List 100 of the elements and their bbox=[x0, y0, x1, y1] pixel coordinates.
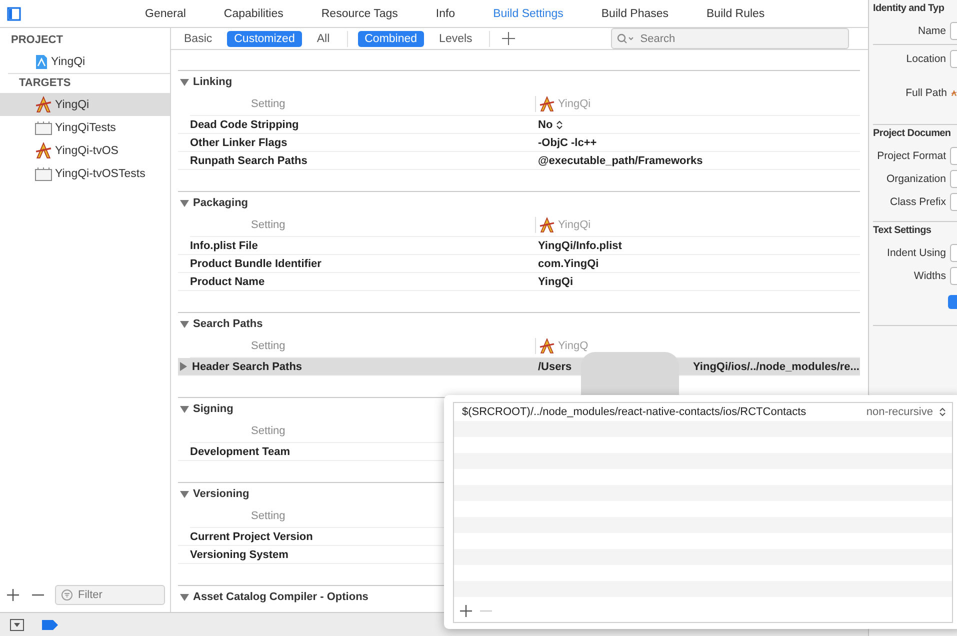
plus-icon bbox=[502, 32, 515, 45]
bundle-icon bbox=[35, 120, 52, 134]
setting-name: Versioning System bbox=[190, 548, 288, 560]
editor-tab[interactable]: Capabilities bbox=[204, 4, 302, 24]
disclosure-triangle-icon[interactable] bbox=[180, 362, 188, 371]
field-label: Class Prefix bbox=[890, 196, 946, 208]
sidebar-item[interactable]: YingQi bbox=[0, 93, 170, 116]
inspector-heading: Project Documen bbox=[873, 128, 952, 139]
inspector-heading: Identity and Typ bbox=[873, 3, 946, 14]
disclosure-triangle-icon[interactable] bbox=[180, 320, 189, 328]
path-entry[interactable]: $(SRCROOT)/../node_modules/react-native-contacts/ios/RCTContacts bbox=[462, 406, 806, 418]
disclosure-triangle-icon[interactable] bbox=[180, 404, 189, 414]
setting-name: Current Project Version bbox=[190, 530, 313, 542]
sidebar-item[interactable]: YingQi-tvOSTests bbox=[0, 162, 170, 185]
sidebar-heading: TARGETS bbox=[18, 76, 72, 91]
panel-toggle-icon[interactable] bbox=[10, 618, 24, 630]
column-header: YingQ bbox=[558, 340, 588, 352]
setting-value[interactable]: No bbox=[538, 118, 553, 130]
editor-tab[interactable]: Resource Tags bbox=[302, 4, 417, 24]
section-title: Versioning bbox=[193, 488, 250, 500]
field-label: Indent Using bbox=[887, 246, 946, 258]
stepper-icon[interactable] bbox=[556, 120, 563, 130]
sidebar-heading: PROJECT bbox=[10, 33, 64, 48]
checkbox[interactable] bbox=[948, 295, 957, 309]
setting-value: /Users bbox=[538, 360, 573, 372]
setting-row[interactable]: Product Name YingQi bbox=[178, 273, 860, 291]
editor-tab[interactable]: General bbox=[126, 4, 205, 24]
column-header: Setting bbox=[250, 425, 286, 437]
filter-icon bbox=[61, 589, 73, 601]
setting-name: Info.plist File bbox=[190, 240, 258, 252]
setting-value: YingQi/Info.plist bbox=[538, 240, 622, 252]
recursion-mode[interactable]: non-recursive bbox=[866, 406, 933, 418]
setting-name: Other Linker Flags bbox=[190, 136, 288, 148]
app-icon bbox=[35, 142, 52, 159]
app-icon bbox=[539, 338, 555, 354]
plus-icon bbox=[460, 605, 472, 617]
input-field[interactable] bbox=[950, 146, 957, 164]
setting-name: Development Team bbox=[190, 446, 290, 458]
editor-tab[interactable]: Build Phases bbox=[582, 4, 688, 24]
input-field[interactable] bbox=[950, 266, 957, 284]
editor-tab[interactable]: Build Rules bbox=[688, 4, 784, 24]
setting-value: YingQi bbox=[538, 276, 574, 288]
setting-row[interactable]: Other Linker Flags -ObjC -lc++ bbox=[178, 134, 860, 152]
field-label: Full Path bbox=[906, 87, 947, 99]
scope-filter[interactable]: Basic bbox=[177, 30, 220, 46]
scope-filter[interactable]: Customized bbox=[227, 30, 302, 46]
column-header: YingQi bbox=[558, 98, 591, 110]
section-title: Linking bbox=[193, 76, 232, 88]
sidebar-item[interactable]: YingQi bbox=[0, 50, 170, 73]
field-label: Widths bbox=[914, 270, 946, 282]
view-mode[interactable]: Levels bbox=[432, 30, 480, 46]
sidebar-toggle-icon[interactable] bbox=[7, 6, 21, 20]
setting-name: Product Name bbox=[190, 276, 265, 288]
section-title: Packaging bbox=[193, 197, 248, 209]
editor-tab[interactable]: Info bbox=[416, 4, 474, 24]
input-field[interactable] bbox=[950, 244, 957, 262]
column-header: Setting bbox=[250, 340, 286, 352]
stepper-icon[interactable] bbox=[939, 407, 946, 417]
section-title: Search Paths bbox=[193, 318, 263, 330]
setting-name: Dead Code Stripping bbox=[190, 118, 299, 130]
add-button[interactable] bbox=[458, 603, 474, 619]
app-icon bbox=[539, 217, 555, 233]
field-label: Organization bbox=[886, 172, 946, 184]
plus-icon bbox=[7, 589, 19, 601]
field-label: Name bbox=[918, 24, 946, 36]
search-icon bbox=[617, 33, 636, 44]
input-field[interactable] bbox=[950, 50, 957, 68]
add-button[interactable] bbox=[5, 587, 21, 603]
filter-field[interactable]: Filter bbox=[55, 585, 165, 605]
search-field[interactable]: Search bbox=[611, 28, 850, 49]
setting-row[interactable]: Dead Code Stripping No bbox=[178, 116, 860, 134]
setting-value: @executable_path/Frameworks bbox=[538, 154, 703, 166]
editor-tab[interactable]: Build Settings bbox=[474, 4, 582, 24]
setting-row[interactable]: Info.plist File YingQi/Info.plist bbox=[178, 237, 860, 255]
add-setting-button[interactable] bbox=[500, 30, 516, 46]
input-field[interactable] bbox=[950, 170, 957, 188]
disclosure-triangle-icon[interactable] bbox=[180, 198, 189, 208]
field-label: Location bbox=[906, 52, 946, 64]
sidebar-item[interactable]: YingQi-tvOS bbox=[0, 139, 170, 162]
app-icon bbox=[951, 88, 957, 98]
tag-icon[interactable] bbox=[42, 620, 58, 630]
disclosure-triangle-icon[interactable] bbox=[180, 490, 189, 498]
setting-row[interactable]: Runpath Search Paths @executable_path/Frameworks bbox=[178, 152, 860, 170]
input-field[interactable] bbox=[950, 22, 957, 40]
column-header: Setting bbox=[250, 219, 286, 231]
column-header: YingQi bbox=[558, 219, 591, 231]
column-header: Setting bbox=[250, 98, 286, 110]
setting-value: YingQi/ios/../node_modules/re... bbox=[693, 360, 860, 372]
view-mode[interactable]: Combined bbox=[358, 30, 424, 46]
setting-row[interactable]: Product Bundle Identifier com.YingQi bbox=[178, 255, 860, 273]
scope-filter[interactable]: All bbox=[310, 30, 337, 46]
input-field[interactable] bbox=[950, 192, 957, 210]
setting-name: Runpath Search Paths bbox=[190, 154, 308, 166]
disclosure-triangle-icon[interactable] bbox=[180, 78, 189, 86]
sidebar-item[interactable]: YingQiTests bbox=[0, 116, 170, 139]
column-header: Setting bbox=[250, 510, 286, 522]
setting-name: Header Search Paths bbox=[192, 360, 302, 372]
bundle-icon bbox=[35, 166, 52, 180]
disclosure-triangle-icon[interactable] bbox=[180, 592, 189, 602]
project-file-icon bbox=[35, 54, 48, 70]
